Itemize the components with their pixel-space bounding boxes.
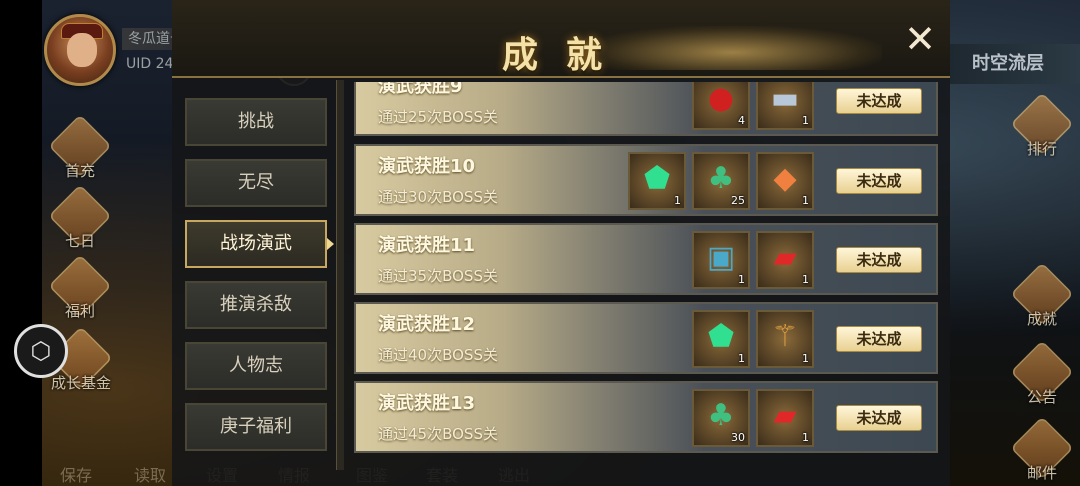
nav-divider [336,80,344,470]
reward-qty: 1 [802,273,809,286]
reward-slot[interactable]: ♣ 25 [692,152,750,210]
reward-qty: 1 [802,114,809,127]
achievement-desc: 通过45次BOSS关 [378,425,498,443]
achievement-row: 演武获胜13 通过45次BOSS关 ♣ 30 ▰ 1 未达成 [354,381,938,453]
tab-kill-count[interactable]: 推演杀敌 [185,281,327,329]
achievement-desc: 通过40次BOSS关 [378,346,498,364]
reward-qty: 30 [731,431,745,444]
ranking-button[interactable]: 排行 [1010,92,1074,159]
reward-slot[interactable]: ⬟ 1 [628,152,686,210]
achievement-list[interactable]: 演武获胜9 通过25次BOSS关 ● 4 ▬ 1 未达成 演武获胜10 通过30… [354,82,938,466]
reward-qty: 4 [738,114,745,127]
reward-qty: 1 [738,273,745,286]
achievement-title: 演武获胜12 [378,314,476,335]
reward-qty: 1 [802,194,809,207]
claim-button[interactable]: 未达成 [836,405,922,431]
cube-icon: ⬡ [30,337,52,365]
achievement-row: 演武获胜12 通过40次BOSS关 ⬟ 1 ⚚ 1 未达成 [354,302,938,374]
reward-slot[interactable]: ⚚ 1 [756,310,814,368]
reward-qty: 1 [674,194,681,207]
mail-button[interactable]: 邮件 [1010,416,1074,483]
tab-challenge[interactable]: 挑战 [185,98,327,146]
reward-slot[interactable]: ♣ 30 [692,389,750,447]
tab-endless[interactable]: 无尽 [185,159,327,207]
achievement-button[interactable]: 成就 [1010,262,1074,329]
save-button[interactable]: 保存 [60,462,92,486]
reward-qty: 1 [738,352,745,365]
claim-button[interactable]: 未达成 [836,326,922,352]
tab-battlefield[interactable]: 战场演武 [185,220,334,268]
achievement-desc: 通过25次BOSS关 [378,108,498,126]
announcement-button[interactable]: 公告 [1010,340,1074,407]
mail-label: 邮件 [1026,464,1057,482]
achievement-row: 演武获胜10 通过30次BOSS关 ⬟ 1 ♣ 25 ◆ 1 未达成 [354,144,938,216]
reward-slot[interactable]: ◆ 1 [756,152,814,210]
achievement-panel: 成就 ✕ 挑战 无尽 战场演武 推演杀敌 人物志 庚子福利 演武获胜9 通过25… [172,0,950,486]
achievement-title: 演武获胜13 [378,393,476,414]
achievement-title: 演武获胜10 [378,156,476,177]
left-black-edge [0,0,42,486]
growth-fund-label: 成长基金 [50,374,111,392]
ranking-label: 排行 [1026,140,1057,158]
first-charge-button[interactable]: 首充 [48,114,112,181]
claim-button[interactable]: 未达成 [836,247,922,273]
panel-header: 成就 ✕ [172,0,950,78]
reward-slot[interactable]: ⬟ 1 [692,310,750,368]
achievement-label: 成就 [1026,310,1057,328]
load-button[interactable]: 读取 [134,462,166,486]
claim-button[interactable]: 未达成 [836,168,922,194]
reward-slot[interactable]: ▰ 1 [756,389,814,447]
seven-day-label: 七日 [64,232,95,250]
tab-biography[interactable]: 人物志 [185,342,327,390]
floating-assist-button[interactable]: ⬡ [14,324,68,378]
tab-gengzi-welfare[interactable]: 庚子福利 [185,403,327,451]
first-charge-label: 首充 [64,162,95,180]
welfare-button[interactable]: 福利 [48,254,112,321]
reward-qty: 1 [802,352,809,365]
reward-qty: 25 [731,194,745,207]
close-button[interactable]: ✕ [900,20,940,60]
panel-title: 成就 [502,34,631,76]
achievement-title: 演武获胜11 [378,235,476,256]
reward-slot[interactable]: ▬ 1 [756,82,814,130]
achievement-title: 演武获胜9 [378,82,463,97]
close-icon: ✕ [904,17,936,61]
avatar-face [67,33,97,67]
seven-day-button[interactable]: 七日 [48,184,112,251]
reward-qty: 1 [802,431,809,444]
achievement-row: 演武获胜9 通过25次BOSS关 ● 4 ▬ 1 未达成 [354,82,938,136]
time-space-tab[interactable]: 时空流层 [950,44,1080,84]
achievement-desc: 通过30次BOSS关 [378,188,498,206]
welfare-label: 福利 [64,302,95,320]
achievement-row: 演武获胜11 通过35次BOSS关 ▣ 1 ▰ 1 未达成 [354,223,938,295]
player-avatar[interactable] [44,14,116,86]
reward-slot[interactable]: ● 4 [692,82,750,130]
achievement-desc: 通过35次BOSS关 [378,267,498,285]
announcement-label: 公告 [1026,388,1057,406]
claim-button[interactable]: 未达成 [836,88,922,114]
reward-slot[interactable]: ▣ 1 [692,231,750,289]
reward-slot[interactable]: ▰ 1 [756,231,814,289]
